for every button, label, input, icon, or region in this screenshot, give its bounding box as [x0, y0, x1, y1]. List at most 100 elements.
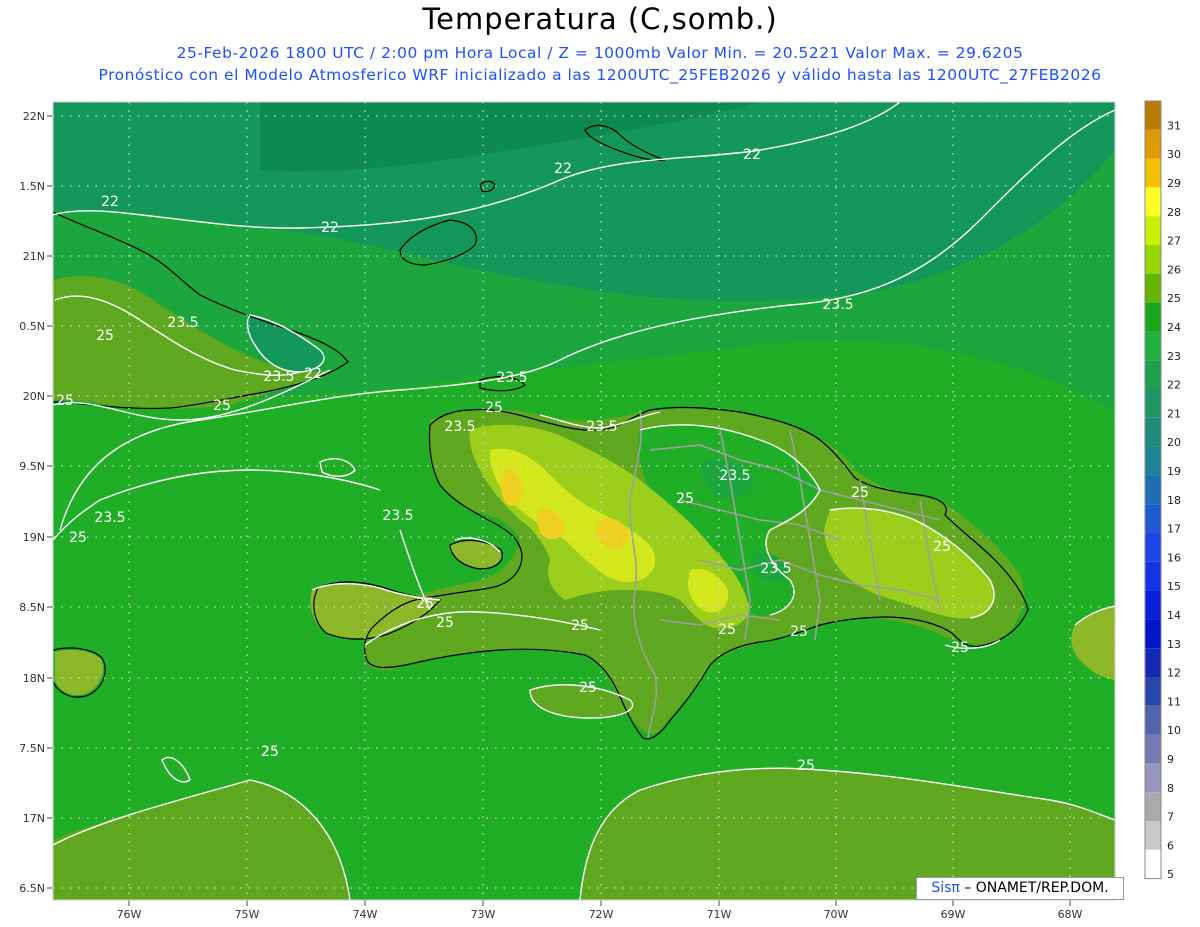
- lon-label: 73W: [471, 908, 496, 921]
- contour-label: 23.5: [586, 419, 617, 435]
- colorbar-label: 16: [1167, 551, 1181, 564]
- colorbar-label: 25: [1167, 292, 1181, 305]
- lat-label: 1.5N: [19, 180, 45, 193]
- colorbar-label: 28: [1167, 206, 1181, 219]
- colorbar-label: 6: [1167, 839, 1174, 852]
- texture-overlay: [53, 102, 1115, 900]
- contour-label: 25: [485, 400, 503, 416]
- colorbar-swatch: [1145, 590, 1161, 620]
- colorbar-label: 7: [1167, 811, 1174, 824]
- colorbar-label: 24: [1167, 321, 1181, 334]
- colorbar-label: 9: [1167, 753, 1174, 766]
- contour-label: 25: [579, 680, 597, 696]
- contour-label: 22: [304, 366, 322, 382]
- lon-label: 74W: [353, 908, 378, 921]
- contour-label: 22: [554, 161, 572, 177]
- lon-label: 76W: [117, 908, 142, 921]
- colorbar-label: 26: [1167, 263, 1181, 276]
- credit-org: – ONAMET/REP.DOM.: [959, 880, 1109, 896]
- colorbar-swatch: [1145, 705, 1161, 735]
- colorbar-swatch: [1145, 619, 1161, 649]
- contour-label: 25: [261, 744, 279, 760]
- colorbar-label: 10: [1167, 724, 1181, 737]
- colorbar-swatch: [1145, 734, 1161, 764]
- colorbar-swatch: [1145, 360, 1161, 389]
- lat-label: 7.5N: [19, 742, 45, 755]
- contour-label: 23.5: [496, 370, 527, 386]
- colorbar-swatch: [1145, 475, 1161, 505]
- colorbar-label: 23: [1167, 350, 1181, 363]
- colorbar-swatch: [1145, 302, 1161, 332]
- contour-label: 23.5: [444, 419, 475, 435]
- lat-label: 8.5N: [19, 601, 45, 614]
- contour-label: 22: [321, 220, 339, 236]
- contour-label: 22: [743, 147, 761, 163]
- colorbar-swatch: [1145, 273, 1161, 303]
- colorbar-label: 21: [1167, 407, 1181, 420]
- colorbar: 31 30 29 28 27 26 25 24 23 22 21 20 19 18 17 16 15 14 13 12…: [1144, 100, 1181, 881]
- colorbar-swatch: [1145, 677, 1161, 706]
- contour-label: 22: [101, 194, 119, 210]
- colorbar-swatch: [1145, 389, 1161, 418]
- colorbar-swatch: [1145, 158, 1161, 188]
- latitude-labels: 22N 1.5N 21N 0.5N 20N 9.5N 19N 8.5N 18N 7.5N 17N 6.…: [19, 110, 53, 895]
- lat-label: 17N: [23, 812, 45, 825]
- contour-label: 23.5: [719, 468, 750, 484]
- contour-label: 25: [96, 328, 114, 344]
- contour-label: 25: [797, 758, 815, 774]
- colorbar-swatch: [1145, 504, 1161, 533]
- colorbar-label: 11: [1167, 695, 1181, 708]
- contour-label: 23.5: [382, 508, 413, 524]
- colorbar-swatch: [1145, 101, 1161, 130]
- contour-label: 25: [951, 640, 969, 656]
- colorbar-label: 13: [1167, 638, 1181, 651]
- contour-label: 25: [933, 539, 951, 555]
- colorbar-swatch: [1145, 245, 1161, 274]
- lat-label: 6.5N: [19, 882, 45, 895]
- lat-label: 9.5N: [19, 460, 45, 473]
- colorbar-swatch: [1145, 849, 1161, 879]
- contour-label: 25: [851, 485, 869, 501]
- colorbar-label: 22: [1167, 379, 1181, 392]
- lat-label: 0.5N: [19, 320, 45, 333]
- colorbar-label: 5: [1167, 868, 1174, 881]
- lon-label: 71W: [707, 908, 732, 921]
- colorbar-swatch: [1145, 533, 1161, 562]
- colorbar-label: 8: [1167, 782, 1174, 795]
- colorbar-swatch: [1145, 129, 1161, 159]
- colorbar-swatch: [1145, 648, 1161, 677]
- lon-label: 68W: [1058, 908, 1083, 921]
- contour-label: 25: [213, 398, 231, 414]
- colorbar-label: 12: [1167, 667, 1181, 680]
- lon-label: 70W: [824, 908, 849, 921]
- contour-label: 25: [436, 615, 454, 631]
- contour-label: 23.5: [167, 315, 198, 331]
- temperature-map: 22 22 22 22 22 23.5 23.5 23.5 23.5 23.5 23.5 23.5 23…: [19, 100, 1181, 921]
- contour-label: 23.5: [760, 561, 791, 577]
- lat-label: 20N: [23, 390, 45, 403]
- contour-label: 23.5: [822, 297, 853, 313]
- colorbar-swatch: [1145, 763, 1161, 793]
- lat-label: 22N: [23, 110, 45, 123]
- contour-label: 25: [69, 530, 87, 546]
- map-plot-area: [53, 102, 1115, 900]
- colorbar-swatch: [1145, 821, 1161, 850]
- colorbar-label: 29: [1167, 177, 1181, 190]
- contour-label: 25: [56, 393, 74, 409]
- lat-label: 19N: [23, 531, 45, 544]
- colorbar-label: 18: [1167, 494, 1181, 507]
- colorbar-label: 30: [1167, 148, 1181, 161]
- contour-label: 25: [718, 622, 736, 638]
- colorbar-label: 27: [1167, 235, 1181, 248]
- lon-label: 69W: [941, 908, 966, 921]
- lon-label: 72W: [589, 908, 614, 921]
- colorbar-swatch: [1145, 331, 1161, 361]
- colorbar-label: 15: [1167, 580, 1181, 593]
- lon-label: 75W: [235, 908, 260, 921]
- contour-label: 25: [571, 618, 589, 634]
- lat-label: 18N: [23, 672, 45, 685]
- credit-box: Sisπ – ONAMET/REP.DOM.: [916, 877, 1124, 900]
- colorbar-swatch: [1145, 561, 1161, 591]
- colorbar-label: 17: [1167, 523, 1181, 536]
- colorbar-swatch: [1145, 417, 1161, 447]
